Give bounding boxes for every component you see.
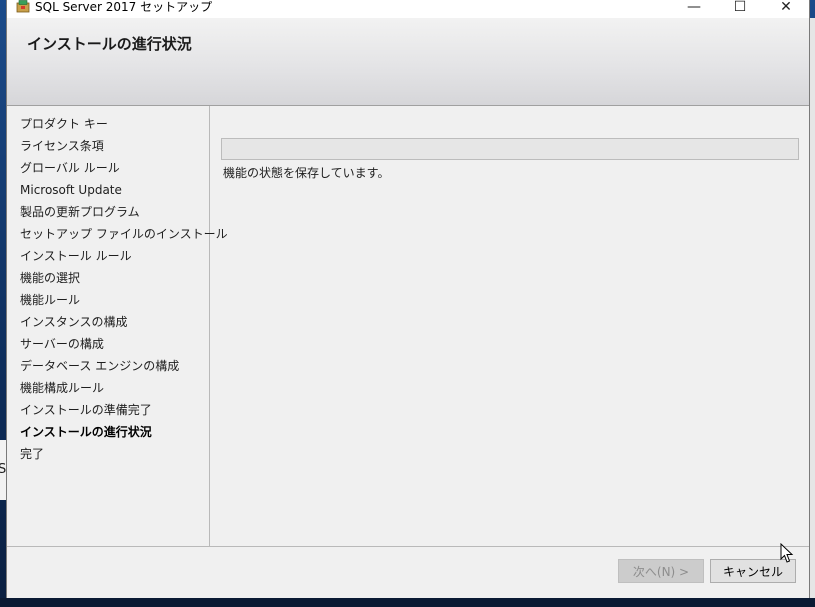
nav-item-step-2: ライセンス条項	[20, 139, 104, 153]
dialog-footer: 次へ(N) > キャンセル	[7, 546, 809, 598]
nav-item-step-4: Microsoft Update	[20, 183, 122, 197]
main-content: 機能の状態を保存しています。	[210, 106, 809, 546]
nav-item-step-16: 完了	[20, 447, 45, 461]
nav-item-step-11: サーバーの構成	[20, 337, 104, 351]
nav-item-step-8: 機能の選択	[20, 271, 81, 285]
next-button[interactable]: 次へ(N) >	[618, 559, 704, 583]
page-header: インストールの進行状況	[7, 18, 809, 106]
nav-item-step-6: セットアップ ファイルのインストール	[20, 227, 228, 241]
nav-item-step-9: 機能ルール	[20, 293, 81, 307]
nav-item-step-10: インスタンスの構成	[20, 315, 128, 329]
nav-item-step-13: 機能構成ルール	[20, 381, 105, 395]
status-text: 機能の状態を保存しています。	[223, 166, 390, 180]
title-bar: SQL Server 2017 セットアップ — ☐ ✕	[7, 0, 809, 18]
step-navigation: プロダクト キー ライセンス条項グローバル ルール Microsoft Update…	[7, 106, 228, 546]
nav-item-step-15: インストールの進行状況	[20, 425, 152, 439]
nav-item-step-14: インストールの準備完了	[20, 403, 152, 417]
mouse-cursor-icon	[780, 543, 794, 563]
nav-item-step-12: データベース エンジンの構成	[20, 359, 180, 373]
minimize-button[interactable]: —	[671, 0, 717, 18]
maximize-button[interactable]: ☐	[717, 0, 763, 18]
nav-item-step-1: プロダクト キー	[20, 117, 108, 131]
installation-progress-bar	[221, 138, 799, 160]
setup-dialog: SQL Server 2017 セットアップ — ☐ ✕ インストールの進行状況…	[6, 0, 810, 598]
nav-item-step-7: インストール ルール	[20, 249, 132, 263]
page-title: インストールの進行状況	[27, 35, 192, 53]
sql-setup-app-icon	[16, 0, 30, 13]
window-title: SQL Server 2017 セットアップ	[35, 0, 213, 14]
close-button[interactable]: ✕	[763, 0, 809, 18]
nav-item-step-3: グローバル ルール	[20, 161, 120, 175]
taskbar-edge	[0, 598, 815, 607]
nav-item-step-5: 製品の更新プログラム	[20, 205, 140, 219]
